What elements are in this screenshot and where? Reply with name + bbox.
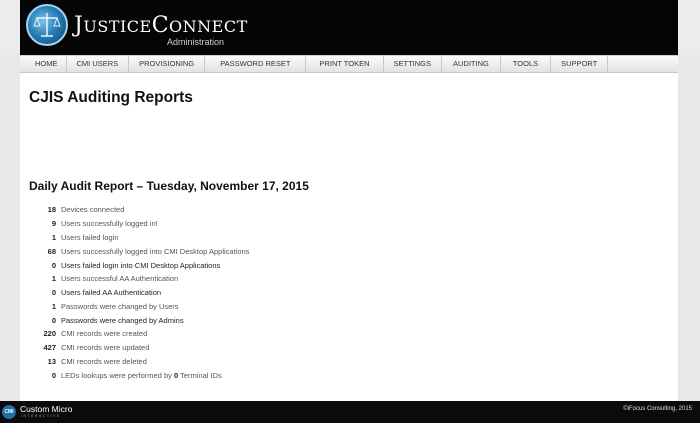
nav-auditing[interactable]: AUDITING — [442, 56, 501, 72]
nav-provisioning[interactable]: PROVISIONING — [129, 56, 206, 72]
stat-value: 0 — [51, 316, 56, 325]
footer-tagline: INTERACTIVE — [21, 414, 61, 418]
report-title: Daily Audit Report – Tuesday, November 1… — [29, 179, 309, 193]
stat-label: Users successful AA Authentication — [61, 274, 179, 283]
stat-label: Devices connected — [61, 205, 125, 214]
stat-row: 1 Users failed login — [20, 231, 420, 244]
stat-label: LEDs lookups were performed by 0 Termina… — [61, 371, 222, 380]
nav-settings[interactable]: SETTINGS — [384, 56, 443, 72]
footer: CMI Custom Micro INTERACTIVE ©iFocus Con… — [0, 401, 700, 423]
stat-label: Users failed login into CMI Desktop Appl… — [61, 261, 221, 270]
nav-password-reset[interactable]: PASSWORD RESET — [205, 56, 307, 72]
nav-home[interactable]: HOME — [20, 56, 67, 72]
stat-row-leds: 0 LEDs lookups were performed by 0 Termi… — [20, 369, 420, 382]
stat-value: 1 — [51, 302, 56, 311]
stat-row: 1 Users successful AA Authentication — [20, 272, 420, 285]
footer-copyright: ©iFocus Consulting, 2015 — [623, 406, 692, 412]
stat-label: Passwords were changed by Users — [61, 302, 179, 311]
stat-value: 0 — [51, 371, 56, 380]
stat-row: 18 Devices connected — [20, 203, 420, 216]
stat-value: 68 — [47, 247, 56, 256]
nav-tools[interactable]: TOOLS — [501, 56, 552, 72]
stat-value: 1 — [51, 274, 56, 283]
brand-name[interactable]: JUSTICECONNECT — [74, 13, 248, 38]
header-banner: JUSTICECONNECT Administration — [20, 0, 678, 55]
stat-row: 427 CMI records were updated — [20, 341, 420, 354]
stat-value: 0 — [51, 261, 56, 270]
stat-value: 13 — [47, 357, 56, 366]
stat-value: 0 — [51, 288, 56, 297]
nav-support[interactable]: SUPPORT — [551, 56, 609, 72]
stat-row: 9 Users successfully logged in! — [20, 217, 420, 230]
stat-label: CMI records were deleted — [61, 357, 147, 366]
stat-label: Users failed AA Authentication — [61, 288, 162, 297]
stat-row: 0 Users failed AA Authentication — [20, 286, 420, 299]
stat-value: 220 — [43, 329, 56, 338]
main-content: CJIS Auditing Reports Daily Audit Report… — [20, 73, 678, 401]
stat-label: CMI records were updated — [61, 343, 150, 352]
stat-value: 9 — [51, 219, 56, 228]
stat-value: 18 — [47, 205, 56, 214]
footer-company-name[interactable]: Custom Micro — [20, 404, 72, 414]
stat-label: Passwords were changed by Admins — [61, 316, 184, 325]
stat-row: 0 Passwords were changed by Admins — [20, 314, 420, 327]
stat-value: 427 — [43, 343, 56, 352]
scales-of-justice-icon[interactable] — [26, 4, 68, 46]
stat-row: 220 CMI records were created — [20, 327, 420, 340]
cmi-logo-icon[interactable]: CMI — [2, 405, 16, 419]
stat-label: Users successfully logged into CMI Deskt… — [61, 247, 250, 256]
stat-label: Users failed login — [61, 233, 119, 242]
stat-row: 13 CMI records were deleted — [20, 355, 420, 368]
brand-subtitle: Administration — [167, 37, 225, 47]
header: JUSTICECONNECT Administration — [0, 0, 700, 55]
main-nav: HOME CMI USERS PROVISIONING PASSWORD RES… — [20, 55, 678, 73]
stat-label: Users successfully logged in! — [61, 219, 158, 228]
stat-row: 68 Users successfully logged into CMI De… — [20, 245, 420, 258]
page-title: CJIS Auditing Reports — [29, 89, 193, 106]
stat-label: CMI records were created — [61, 329, 148, 338]
nav-print-token[interactable]: PRINT TOKEN — [306, 56, 384, 72]
stat-value: 1 — [51, 233, 56, 242]
stat-row: 1 Passwords were changed by Users — [20, 300, 420, 313]
stat-row: 0 Users failed login into CMI Desktop Ap… — [20, 259, 420, 272]
nav-cmi-users[interactable]: CMI USERS — [67, 56, 130, 72]
